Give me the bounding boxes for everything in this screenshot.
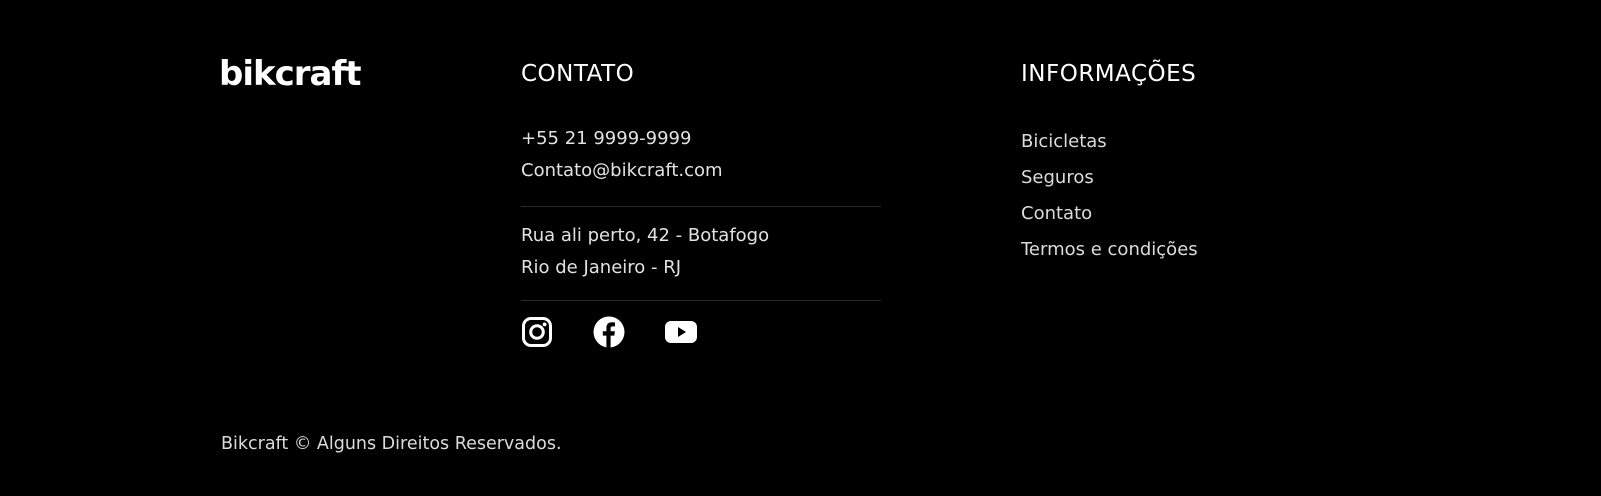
youtube-link[interactable] <box>665 316 697 348</box>
list-item: Termos e condições <box>1021 235 1198 271</box>
copyright-text: Bikcraft © Alguns Direitos Reservados. <box>221 434 562 454</box>
instagram-link[interactable] <box>521 316 553 348</box>
informacoes-links: Bicicletas Seguros Contato Termos e cond… <box>1021 127 1198 271</box>
social-links <box>521 316 697 348</box>
address-divider <box>521 300 881 301</box>
facebook-icon <box>593 316 625 348</box>
link-bicicletas[interactable]: Bicicletas <box>1021 131 1107 152</box>
informacoes-heading: INFORMAÇÕES <box>1021 61 1197 87</box>
facebook-link[interactable] <box>593 316 625 348</box>
youtube-icon <box>665 321 697 343</box>
list-item: Bicicletas <box>1021 127 1198 163</box>
link-seguros[interactable]: Seguros <box>1021 167 1094 188</box>
contato-heading: CONTATO <box>521 61 635 87</box>
contact-divider <box>521 206 881 207</box>
list-item: Contato <box>1021 199 1198 235</box>
list-item: Seguros <box>1021 163 1198 199</box>
bikcraft-logo[interactable]: bikcraft <box>219 54 362 94</box>
link-termos[interactable]: Termos e condições <box>1021 239 1198 260</box>
address-line-2: Rio de Janeiro - RJ <box>521 257 682 278</box>
site-footer: bikcraft CONTATO +55 21 9999-9999 Contat… <box>0 0 1601 496</box>
phone-number: +55 21 9999-9999 <box>521 128 692 149</box>
contact-info-list: +55 21 9999-9999 Contato@bikcraft.com <box>521 123 881 187</box>
email-address: Contato@bikcraft.com <box>521 160 723 181</box>
address-line-1: Rua ali perto, 42 - Botafogo <box>521 225 770 246</box>
address-list: Rua ali perto, 42 - Botafogo Rio de Jane… <box>521 220 881 284</box>
link-contato[interactable]: Contato <box>1021 203 1092 224</box>
instagram-icon <box>522 317 552 347</box>
